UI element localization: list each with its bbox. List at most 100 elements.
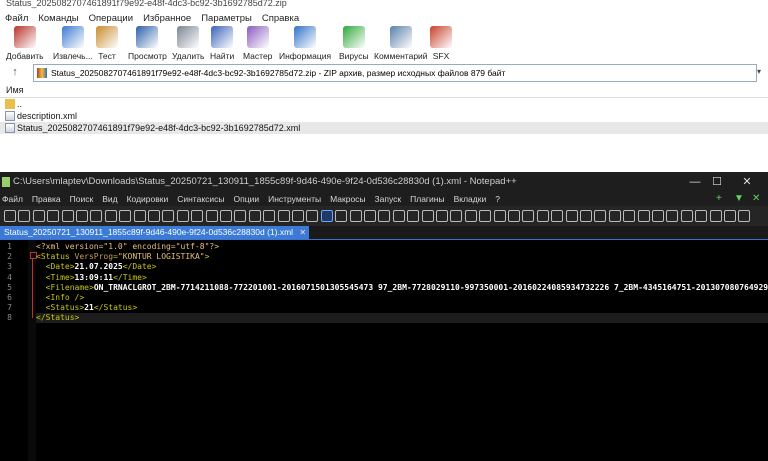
npp-toolbar-icon[interactable] (306, 210, 319, 222)
npp-toolbar-icon[interactable] (148, 210, 160, 222)
menu-item-4[interactable]: Параметры (201, 12, 252, 26)
npp-toolbar-icon[interactable] (335, 210, 348, 222)
file-row[interactable]: .. (0, 98, 768, 110)
file-row[interactable]: description.xml (0, 110, 768, 122)
npp-menu-item-1[interactable]: Правка (32, 192, 61, 206)
menu-item-3[interactable]: Избранное (143, 12, 191, 26)
code-line[interactable]: <Date>21.07.2025</Date> (36, 262, 768, 272)
npp-toolbar-icon[interactable] (263, 210, 276, 222)
npp-toolbar-icon[interactable] (623, 210, 636, 222)
npp-toolbar-icon[interactable] (450, 210, 463, 222)
npp-toolbar-icon[interactable] (32, 210, 45, 222)
address-field[interactable]: Status_2025082707461891f79e92-e48f-4dc3-… (33, 64, 757, 82)
npp-toolbar-icon[interactable] (580, 210, 592, 222)
npp-toolbar-icon[interactable] (594, 210, 607, 222)
code-editor[interactable]: 1 <?xml version="1.0" encoding="utf-8"?> 2… (0, 240, 768, 461)
npp-toolbar-icon[interactable] (61, 210, 74, 222)
npp-menu-item-5[interactable]: Синтаксисы (177, 192, 224, 206)
npp-toolbar-icon[interactable] (738, 210, 751, 222)
npp-toolbar-icon[interactable] (90, 210, 103, 222)
code-line[interactable]: </Status> (36, 313, 768, 324)
npp-toolbar-icon[interactable] (292, 210, 304, 222)
code-line[interactable]: <Status>21</Status> (36, 303, 768, 313)
npp-menu-item-9[interactable]: Запуск (375, 192, 402, 206)
npp-menu-item-8[interactable]: Макросы (330, 192, 365, 206)
npp-toolbar-icon[interactable] (277, 210, 290, 222)
code-line[interactable]: <Time>13:09:11</Time> (36, 273, 768, 283)
menu-right-control-0[interactable]: + (716, 192, 722, 206)
menu-item-1[interactable]: Команды (38, 12, 78, 26)
npp-toolbar-icon[interactable] (4, 210, 16, 222)
npp-toolbar-icon[interactable] (724, 210, 736, 222)
npp-toolbar-icon[interactable] (637, 210, 650, 222)
menu-item-2[interactable]: Операции (89, 12, 133, 26)
menu-right-control-2[interactable]: ✕ (752, 192, 760, 206)
npp-toolbar-icon[interactable] (493, 210, 506, 222)
address-dropdown-icon[interactable]: ▾ (757, 67, 761, 76)
npp-toolbar-icon[interactable] (220, 210, 232, 222)
npp-menu-item-3[interactable]: Вид (102, 192, 117, 206)
menu-right-control-1[interactable]: ▼ (734, 192, 744, 206)
npp-toolbar-icon[interactable] (680, 210, 693, 222)
npp-toolbar-icon[interactable] (666, 210, 679, 222)
npp-toolbar-icon[interactable] (47, 210, 60, 222)
toolbar-button-6[interactable]: Мастер (243, 26, 272, 61)
npp-toolbar-icon[interactable] (652, 210, 664, 222)
toolbar-button-7[interactable]: Информация (279, 26, 331, 61)
npp-toolbar-icon[interactable] (565, 210, 578, 222)
toolbar-button-9[interactable]: Комментарий (374, 26, 428, 61)
npp-toolbar-icon[interactable] (378, 210, 391, 222)
npp-toolbar-icon[interactable] (162, 210, 175, 222)
npp-toolbar-icon[interactable] (608, 210, 621, 222)
npp-toolbar-icon[interactable] (119, 210, 132, 222)
toolbar-button-3[interactable]: Просмотр (128, 26, 167, 61)
npp-toolbar-icon[interactable] (421, 210, 434, 222)
npp-toolbar-icon[interactable] (205, 210, 218, 222)
npp-toolbar-icon[interactable] (695, 210, 708, 222)
maximize-button[interactable]: ☐ (706, 172, 728, 192)
toolbar-button-2[interactable]: Тест (96, 26, 118, 61)
npp-toolbar-icon[interactable] (436, 210, 448, 222)
code-line[interactable]: <Info /> (36, 293, 768, 303)
npp-toolbar-icon[interactable] (709, 210, 722, 222)
npp-toolbar-icon[interactable] (392, 210, 405, 222)
npp-toolbar-icon[interactable] (104, 210, 117, 222)
npp-toolbar-icon[interactable] (191, 210, 204, 222)
npp-toolbar-icon[interactable] (536, 210, 549, 222)
toolbar-button-5[interactable]: Найти (210, 26, 234, 61)
npp-toolbar-icon[interactable] (234, 210, 247, 222)
npp-menu-item-7[interactable]: Инструменты (268, 192, 321, 206)
npp-toolbar-icon[interactable] (349, 210, 362, 222)
up-folder-button[interactable]: ↑ (9, 66, 21, 78)
npp-toolbar-icon[interactable] (407, 210, 420, 222)
npp-menu-item-4[interactable]: Кодировки (127, 192, 169, 206)
close-tab-icon[interactable]: ✕ (299, 226, 306, 239)
npp-toolbar-icon[interactable] (508, 210, 520, 222)
code-line[interactable]: <Status VersProg="KONTUR LOGISTIKA"> (36, 252, 768, 262)
toolbar-button-4[interactable]: Удалить (172, 26, 204, 61)
close-window-button[interactable]: ✕ (736, 172, 758, 192)
npp-toolbar-icon[interactable] (133, 210, 146, 222)
column-name-header[interactable]: Имя (6, 84, 24, 97)
tab-status-xml[interactable]: Status_20250721_130911_1855c89f-9d46-490… (0, 226, 310, 239)
file-row[interactable]: Status_2025082707461891f79e92-e48f-4dc3-… (0, 122, 768, 134)
toolbar-button-0[interactable]: Добавить (6, 26, 44, 61)
npp-toolbar-icon[interactable] (76, 210, 88, 222)
npp-toolbar-icon[interactable] (522, 210, 535, 222)
npp-toolbar-icon[interactable] (18, 210, 31, 222)
code-line[interactable]: <Filename>ON_TRNACLGROT_2BM-7714211088-7… (36, 283, 768, 293)
npp-toolbar-icon[interactable] (464, 210, 477, 222)
npp-toolbar-icon[interactable] (320, 210, 333, 222)
npp-toolbar-icon[interactable] (551, 210, 564, 222)
code-line[interactable]: <?xml version="1.0" encoding="utf-8"?> (36, 242, 768, 252)
npp-toolbar-icon[interactable] (176, 210, 189, 222)
npp-menu-item-10[interactable]: Плагины (410, 192, 444, 206)
npp-toolbar-icon[interactable] (248, 210, 261, 222)
npp-menu-item-0[interactable]: Файл (2, 192, 23, 206)
npp-menu-item-2[interactable]: Поиск (70, 192, 94, 206)
toolbar-button-8[interactable]: Вирусы (339, 26, 369, 61)
npp-menu-item-6[interactable]: Опции (234, 192, 260, 206)
npp-menu-item-11[interactable]: Вкладки (454, 192, 487, 206)
minimize-button[interactable]: — (684, 172, 706, 192)
toolbar-button-10[interactable]: SFX (430, 26, 452, 61)
